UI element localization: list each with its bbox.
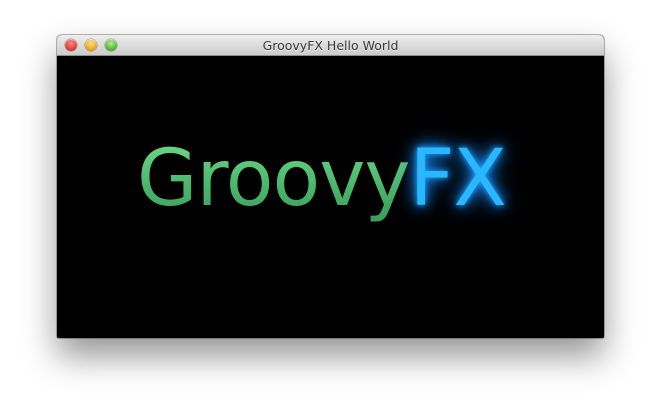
window-title: GroovyFX Hello World: [262, 38, 399, 53]
brand-text-groovy: Groovy: [137, 134, 411, 224]
app-window: GroovyFX Hello World GroovyFX: [57, 35, 604, 338]
brand-text: GroovyFX: [137, 140, 507, 218]
title-bar[interactable]: GroovyFX Hello World: [57, 35, 604, 56]
scene-canvas: GroovyFX: [57, 56, 604, 338]
brand-text-fx: FX: [409, 134, 507, 224]
